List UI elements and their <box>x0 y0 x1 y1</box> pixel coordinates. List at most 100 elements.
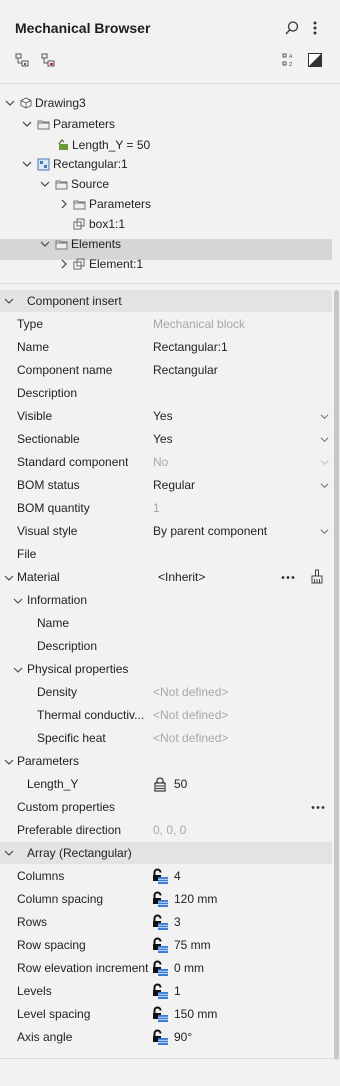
prop-value[interactable]: Yes <box>153 432 173 446</box>
prop-value[interactable]: 1 <box>174 984 181 998</box>
search-icon[interactable] <box>282 18 302 38</box>
prop-label: Columns <box>17 869 65 883</box>
prop-value[interactable]: <Inherit> <box>158 570 205 584</box>
prop-row-description[interactable]: Description <box>0 382 332 405</box>
more-vertical-icon[interactable] <box>305 18 325 38</box>
tree-node-length-y[interactable]: Length_Y = 50 <box>57 135 150 155</box>
unlock-parameter-icon[interactable] <box>152 937 169 954</box>
prop-label: Visual style <box>17 524 78 538</box>
browser-header: Mechanical Browser AZ <box>0 0 340 84</box>
prop-row-bom-status[interactable]: BOM status Regular <box>0 474 332 497</box>
dropdown-chevron-icon[interactable] <box>320 435 329 444</box>
parameter-icon <box>58 139 68 150</box>
prop-value[interactable]: Rectangular <box>153 363 218 377</box>
prop-label: Specific heat <box>37 731 106 745</box>
chevron-down-icon[interactable] <box>13 596 23 606</box>
chevron-down-icon[interactable] <box>39 178 51 190</box>
prop-row-level-spacing[interactable]: Level spacing 150 mm <box>0 1003 332 1026</box>
tree-node-source-parameters[interactable]: Parameters <box>73 194 151 214</box>
prop-value[interactable]: 0 mm <box>174 961 204 975</box>
prop-row-visual-style[interactable]: Visual style By parent component <box>0 520 332 543</box>
chevron-down-icon[interactable] <box>39 238 51 250</box>
chevron-right-icon[interactable] <box>58 198 70 210</box>
tree-node-source[interactable]: Source <box>55 174 109 194</box>
chevron-down-icon[interactable] <box>4 573 14 583</box>
prop-value[interactable]: 90° <box>174 1030 192 1044</box>
prop-label: Axis angle <box>17 1030 73 1044</box>
prop-label: Information <box>27 593 88 607</box>
tree-label-element: Element:1 <box>89 257 144 271</box>
chevron-down-icon <box>4 298 14 304</box>
prop-row-row-spacing[interactable]: Row spacing 75 mm <box>0 934 332 957</box>
chevron-down-icon[interactable] <box>4 757 14 767</box>
contrast-toggle-icon[interactable] <box>305 50 325 70</box>
properties-scrollbar[interactable] <box>334 290 339 1060</box>
tree-node-elements[interactable]: Elements <box>55 234 121 254</box>
prop-row-rows[interactable]: Rows 3 <box>0 911 332 934</box>
tree-node-drawing[interactable]: Drawing3 <box>20 93 86 113</box>
prop-row-file[interactable]: File <box>0 543 332 566</box>
prop-value[interactable]: 50 <box>174 777 187 791</box>
prop-row-column-spacing[interactable]: Column spacing 120 mm <box>0 888 332 911</box>
chevron-down-icon[interactable] <box>4 97 16 109</box>
prop-row-information[interactable]: Information <box>0 589 332 612</box>
unlock-parameter-icon[interactable] <box>152 1006 169 1023</box>
tree-node-rectangular[interactable]: Rectangular:1 <box>37 154 128 174</box>
prop-value[interactable]: Regular <box>153 478 195 492</box>
tree-label-length-y: Length_Y = 50 <box>72 138 151 152</box>
unlock-parameter-icon[interactable] <box>152 983 169 1000</box>
section-array-rectangular[interactable]: Array (Rectangular) <box>0 842 332 864</box>
unlock-parameter-icon[interactable] <box>152 960 169 977</box>
prop-row-parameters[interactable]: Parameters <box>0 750 332 773</box>
tree-node-box[interactable]: box1:1 <box>73 214 125 234</box>
prop-row-visible[interactable]: Visible Yes <box>0 405 332 428</box>
prop-value[interactable]: By parent component <box>153 524 267 538</box>
component-tree-icon[interactable] <box>12 50 32 70</box>
prop-value[interactable]: 75 mm <box>174 938 211 952</box>
unlock-parameter-icon[interactable] <box>152 891 169 908</box>
prop-value[interactable]: Rectangular:1 <box>153 340 228 354</box>
paint-brush-icon[interactable] <box>310 569 324 584</box>
unlock-parameter-icon[interactable] <box>152 868 169 885</box>
more-horizontal-icon[interactable] <box>281 575 295 580</box>
prop-label: Description <box>17 386 78 400</box>
solid-icon <box>73 258 85 270</box>
sort-az-icon[interactable]: AZ <box>279 50 299 70</box>
more-horizontal-icon[interactable] <box>311 805 325 810</box>
lock-icon[interactable] <box>153 777 167 792</box>
unlock-parameter-icon[interactable] <box>152 1029 169 1046</box>
prop-row-thermal-conductivity: Thermal conductiv... <Not defined> <box>0 704 332 727</box>
dropdown-chevron-icon[interactable] <box>320 481 329 490</box>
prop-row-physical-properties[interactable]: Physical properties <box>0 658 332 681</box>
prop-label: Sectionable <box>17 432 80 446</box>
prop-label: Rows <box>17 915 48 929</box>
chevron-down-icon[interactable] <box>21 118 33 130</box>
folder-icon <box>55 180 68 189</box>
chevron-down-icon[interactable] <box>21 158 33 170</box>
dropdown-chevron-icon[interactable] <box>320 412 329 421</box>
section-component-insert[interactable]: Component insert <box>0 290 332 312</box>
component-tree-red-icon[interactable] <box>38 50 58 70</box>
prop-row-sectionable[interactable]: Sectionable Yes <box>0 428 332 451</box>
chevron-right-icon[interactable] <box>58 258 70 270</box>
prop-row-levels[interactable]: Levels 1 <box>0 980 332 1003</box>
prop-row-custom-properties[interactable]: Custom properties <box>0 796 332 819</box>
dropdown-chevron-icon[interactable] <box>320 527 329 536</box>
tree-node-parameters[interactable]: Parameters <box>37 114 115 134</box>
prop-row-length-y[interactable]: Length_Y 50 <box>0 773 332 796</box>
tree-node-element[interactable]: Element:1 <box>73 254 143 274</box>
prop-label: Material <box>17 570 60 584</box>
prop-row-material[interactable]: Material <Inherit> <box>0 566 332 589</box>
prop-value[interactable]: 150 mm <box>174 1007 217 1021</box>
prop-value[interactable]: 120 mm <box>174 892 217 906</box>
prop-row-axis-angle[interactable]: Axis angle 90° <box>0 1026 332 1049</box>
prop-value[interactable]: 3 <box>174 915 181 929</box>
prop-value[interactable]: Yes <box>153 409 173 423</box>
prop-row-name[interactable]: Name Rectangular:1 <box>0 336 332 359</box>
prop-row-columns[interactable]: Columns 4 <box>0 865 332 888</box>
prop-row-row-elevation-increment[interactable]: Row elevation increment 0 mm <box>0 957 332 980</box>
unlock-parameter-icon[interactable] <box>152 914 169 931</box>
prop-row-component-name[interactable]: Component name Rectangular <box>0 359 332 382</box>
chevron-down-icon[interactable] <box>13 665 23 675</box>
prop-value[interactable]: 4 <box>174 869 181 883</box>
